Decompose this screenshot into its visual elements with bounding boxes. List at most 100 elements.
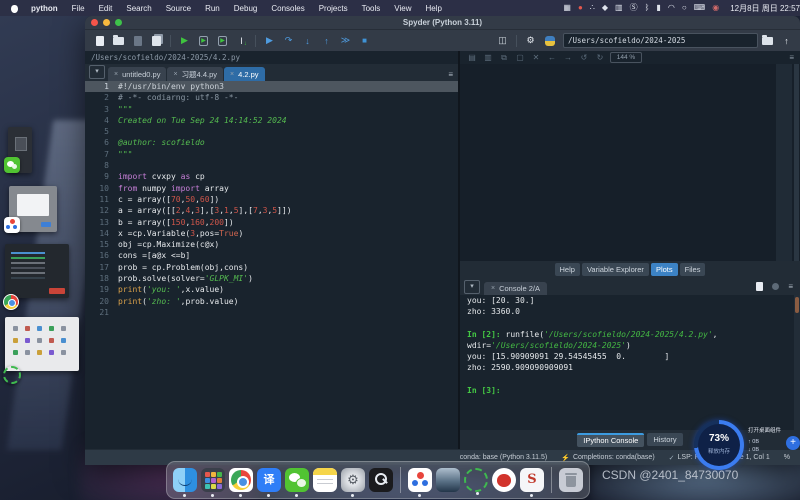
debug-file-icon[interactable]: ▶ [261, 33, 278, 49]
code-editor[interactable]: 1#!/usr/bin/env python32# -*- codiarng: … [85, 81, 458, 449]
search-icon[interactable]: ○ [682, 0, 687, 16]
plots-options-icon[interactable]: ≡ [789, 53, 794, 62]
pane-tab-help[interactable]: Help [555, 263, 580, 276]
close-tab-icon[interactable]: × [173, 71, 177, 78]
preferences-icon[interactable]: ⚙ [522, 33, 539, 49]
wechat-badge-icon[interactable] [4, 157, 20, 173]
console-scrollbar[interactable] [794, 295, 800, 430]
menu-item-view[interactable]: View [394, 4, 411, 13]
save-all-plots-icon[interactable]: ▥ [480, 53, 496, 63]
dock-icon-weather[interactable] [436, 468, 460, 492]
step-over-icon[interactable]: ↷ [280, 33, 297, 49]
menu-item-projects[interactable]: Projects [319, 4, 348, 13]
new-file-icon[interactable] [91, 33, 108, 49]
close-tab-icon[interactable]: × [114, 71, 118, 78]
close-tab-icon[interactable]: × [230, 71, 234, 78]
plots-zoom-level[interactable]: 144 % [610, 52, 642, 63]
window-titlebar[interactable]: Spyder (Python 3.11) [85, 16, 800, 30]
plots-scrollbar[interactable] [794, 64, 799, 261]
menu-item-tools[interactable]: Tools [362, 4, 381, 13]
step-into-icon[interactable]: ↓ [299, 33, 316, 49]
console-scroll-thumb[interactable] [795, 297, 799, 313]
memory-action-label[interactable]: 释放内存 [694, 447, 744, 455]
battery-icon[interactable]: ▮ [656, 0, 660, 16]
save-all-icon[interactable] [148, 33, 165, 49]
console-bottom-tab-ipython-console[interactable]: IPython Console [577, 433, 644, 447]
editor-tab-4.2.py[interactable]: ×4.2.py [224, 67, 265, 81]
green-ring-badge-icon[interactable] [3, 366, 21, 384]
dock-icon-trash[interactable] [559, 468, 583, 492]
remove-all-plots-icon[interactable]: ✕ [528, 53, 544, 63]
menu-clock[interactable]: 12月8日 周日 22:57 [730, 3, 800, 14]
dock-icon-spyder[interactable]: S [520, 468, 544, 492]
editor-options-icon[interactable]: ≡ [448, 70, 453, 79]
editor-tab-untitled0.py[interactable]: ×untitled0.py [108, 67, 166, 81]
menu-item-debug[interactable]: Debug [234, 4, 258, 13]
tiles-icon[interactable]: ▦ [563, 0, 571, 16]
run-selection-icon[interactable]: I↓ [233, 33, 250, 49]
python-env-icon[interactable] [541, 33, 558, 49]
add-widget-button[interactable]: + [786, 436, 800, 450]
console-options-icon[interactable]: ≡ [788, 282, 793, 291]
menu-item-help[interactable]: Help [426, 4, 442, 13]
run-cell-icon[interactable]: ▶ [195, 33, 212, 49]
dock-icon-wechat[interactable] [285, 468, 309, 492]
ipython-console[interactable]: you: [20. 30.]zho: 3360.0In [2]: runfile… [460, 295, 800, 430]
step-out-icon[interactable]: ↑ [318, 33, 335, 49]
minimized-window-grid[interactable] [5, 317, 79, 371]
maximize-pane-icon[interactable]: ◫ [494, 33, 511, 49]
zoom-in-icon[interactable]: ↺ [576, 53, 592, 63]
run-icon[interactable]: ▶ [176, 33, 193, 49]
menu-item-run[interactable]: Run [205, 4, 220, 13]
dock-icon-runcat[interactable] [464, 468, 488, 492]
menu-app-name[interactable]: python [31, 4, 58, 13]
menu-item-consoles[interactable]: Consoles [271, 4, 304, 13]
working-directory-input[interactable]: /Users/scofieldo/2024-2025 [563, 33, 758, 48]
menu-item-source[interactable]: Source [166, 4, 191, 13]
keyboard-icon[interactable]: ⌨ [694, 0, 706, 16]
shapes-icon[interactable]: ∴ [590, 0, 595, 16]
breadcrumb[interactable]: /Users/scofieldo/2024-2025/4.2.py [85, 51, 458, 62]
dock-icon-keychain[interactable] [369, 468, 393, 492]
grid-icon[interactable]: ▥ [615, 0, 623, 16]
dock-icon-chrome[interactable] [229, 468, 253, 492]
parent-directory-icon[interactable]: ↑ [778, 33, 795, 49]
pane-tab-variable-explorer[interactable]: Variable Explorer [582, 263, 649, 276]
continue-execution-icon[interactable]: ≫ [337, 33, 354, 49]
previous-plot-icon[interactable]: ← [544, 53, 560, 63]
stop-debugging-icon[interactable]: ■ [356, 33, 373, 49]
interrupt-kernel-icon[interactable] [772, 283, 779, 290]
open-file-icon[interactable] [110, 33, 127, 49]
pointer-icon[interactable]: ◆ [602, 0, 608, 16]
dock-icon-apple[interactable] [492, 468, 516, 492]
pane-tab-files[interactable]: Files [680, 263, 706, 276]
browse-tabs-icon[interactable]: ▾ [89, 65, 105, 79]
bluetooth-icon[interactable]: ᛒ [645, 0, 650, 16]
console-tab[interactable]: ×Console 2/A [484, 282, 547, 295]
pane-tab-plots[interactable]: Plots [651, 263, 678, 276]
copy-plot-icon[interactable]: ⧉ [496, 53, 512, 63]
dock-icon-finder[interactable] [173, 468, 197, 492]
chrome-badge-icon[interactable] [3, 294, 19, 310]
menu-item-edit[interactable]: Edit [99, 4, 113, 13]
close-icon[interactable]: × [491, 285, 495, 292]
network-app-badge-icon[interactable] [4, 217, 20, 233]
dock-icon-notes[interactable] [313, 468, 337, 492]
menu-item-search[interactable]: Search [126, 4, 151, 13]
switch-icon[interactable]: Ⓢ [630, 0, 638, 16]
editor-tab-习题4.4.py[interactable]: ×习题4.4.py [167, 67, 223, 81]
memory-gauge[interactable] [694, 420, 744, 470]
run-cell-advance-icon[interactable]: ▶ [214, 33, 231, 49]
minimized-window-ide[interactable] [5, 244, 69, 298]
wifi-icon[interactable]: ◠ [668, 0, 675, 16]
dock-icon-network[interactable] [408, 468, 432, 492]
browse-directory-icon[interactable] [759, 33, 776, 49]
apple-menu-icon[interactable] [10, 4, 19, 13]
console-browse-tabs-icon[interactable]: ▾ [464, 280, 480, 294]
save-plot-icon[interactable]: ▤ [464, 53, 480, 63]
record-icon[interactable]: ● [578, 0, 583, 16]
tint-icon[interactable]: ◉ [712, 0, 719, 16]
inspect-icon[interactable] [756, 282, 763, 291]
dock-icon-launchpad[interactable] [201, 468, 225, 492]
console-bottom-tab-history[interactable]: History [647, 433, 682, 446]
